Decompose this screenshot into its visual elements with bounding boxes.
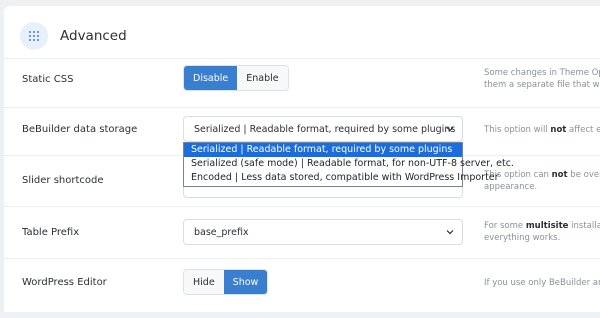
bebuilder-storage-select[interactable]: Serialized | Readable format, required b…: [183, 116, 463, 142]
dropdown-option-serialized-safe[interactable]: Serialized (safe mode) | Readable format…: [184, 157, 514, 171]
wp-editor-description: If you use only BeBuilder and do: [484, 278, 600, 288]
enable-button[interactable]: Enable: [237, 66, 288, 90]
desc-text: For some: [484, 221, 526, 231]
bebuilder-storage-value: Serialized | Readable format, required b…: [194, 123, 456, 135]
static-css-desc-line1: Some changes in Theme Option: [484, 68, 600, 78]
table-prefix-label: Table Prefix: [22, 227, 80, 238]
divider: [4, 206, 600, 207]
table-prefix-select[interactable]: base_prefix: [183, 219, 463, 245]
wp-editor-toggle: Hide Show: [183, 269, 269, 295]
divider: [4, 58, 600, 59]
desc-text: This option will: [484, 125, 551, 135]
slider-shortcode-label: Slider shortcode: [22, 175, 104, 186]
wp-editor-label: WordPress Editor: [22, 277, 107, 288]
dropdown-option-serialized[interactable]: Serialized | Readable format, required b…: [184, 143, 462, 157]
panel-title: Advanced: [60, 28, 127, 44]
table-prefix-description: For some multisite installations everyth…: [484, 220, 600, 244]
desc-bold: not: [550, 125, 567, 135]
grid-dots-icon: [20, 22, 48, 50]
disable-button[interactable]: Disable: [184, 66, 238, 90]
divider: [4, 258, 600, 259]
static-css-toggle: Disable Enable: [183, 65, 289, 91]
static-css-label: Static CSS: [22, 74, 74, 85]
divider: [4, 107, 600, 108]
static-css-description: Some changes in Theme Option them a sepa…: [484, 67, 600, 91]
chevron-down-icon: [446, 127, 454, 132]
dropdown-option-encoded[interactable]: Encoded | Less data stored, compatible w…: [184, 171, 499, 185]
chevron-down-icon: [446, 230, 454, 235]
desc-bold: not: [551, 170, 568, 180]
show-button[interactable]: Show: [223, 270, 268, 294]
desc-line2: everything works.: [484, 233, 561, 243]
desc-text: affect existin: [569, 125, 600, 135]
desc-bold: multisite: [525, 221, 569, 231]
table-prefix-value: base_prefix: [194, 226, 249, 238]
static-css-desc-line2: them a separate file that will cr: [484, 80, 600, 90]
hide-button[interactable]: Hide: [184, 270, 224, 294]
slider-shortcode-description: This option can not be overwrit appearan…: [484, 169, 600, 193]
bebuilder-storage-description: This option will not affect existin: [484, 124, 600, 136]
desc-text: installations: [571, 221, 600, 231]
panel-header: Advanced: [20, 20, 127, 52]
bebuilder-storage-dropdown: Serialized | Readable format, required b…: [183, 142, 514, 187]
desc-text: be overwrit: [570, 170, 600, 180]
desc-line2: appearance.: [484, 182, 538, 192]
bebuilder-storage-label: BeBuilder data storage: [22, 124, 138, 135]
